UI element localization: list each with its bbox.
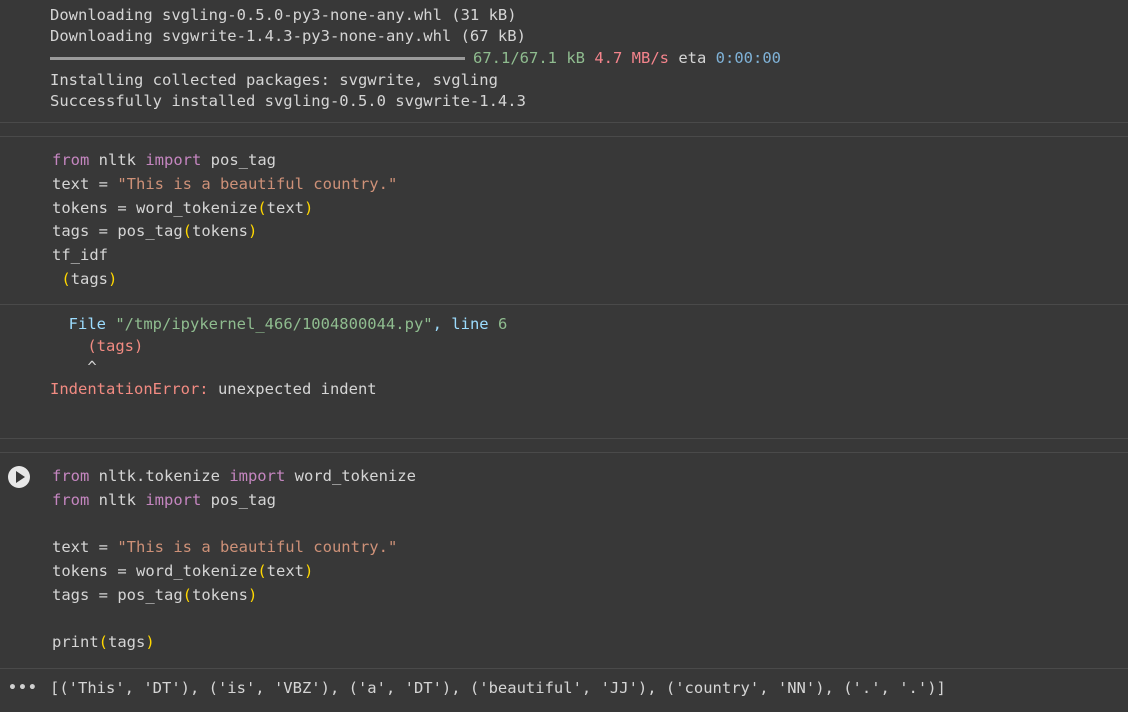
cell-divider [0,452,1128,453]
cell-divider [0,304,1128,305]
output-line: Successfully installed svgling-0.5.0 svg… [50,92,526,110]
play-circle-icon[interactable] [8,466,30,488]
output-line: Downloading svgwrite-1.4.3-py3-none-any.… [50,27,526,45]
code-line[interactable]: from nltk import pos_tag [52,149,276,171]
code-line[interactable]: from nltk import pos_tag [52,489,276,511]
progress-stats: 67.1/67.1 kB 4.7 MB/s eta 0:00:00 [473,47,781,69]
code-line[interactable]: print(tags) [52,631,155,653]
code-line[interactable]: tokens = word_tokenize(text) [52,560,313,582]
cell-divider [0,136,1128,137]
code-line[interactable]: tf_idf [52,244,108,266]
code-line[interactable]: tags = pos_tag(tokens) [52,220,257,242]
cell-divider [0,122,1128,123]
progress-bar [50,57,465,60]
progress-size: 67.1/67.1 kB [473,49,585,67]
more-horizontal-icon[interactable]: ••• [8,677,37,699]
progress-speed: 4.7 MB/s [594,49,669,67]
result-output: [('This', 'DT'), ('is', 'VBZ'), ('a', 'D… [50,679,946,697]
code-line[interactable]: (tags) [52,268,117,290]
traceback-caret: ^ [87,358,97,376]
code-line[interactable]: text = "This is a beautiful country." [52,173,397,195]
cell-divider [0,438,1128,439]
code-line[interactable]: tags = pos_tag(tokens) [52,584,257,606]
code-line[interactable]: from nltk.tokenize import word_tokenize [52,465,416,487]
code-line[interactable]: tokens = word_tokenize(text) [52,197,313,219]
cell-divider [0,668,1128,669]
output-line: Installing collected packages: svgwrite,… [50,71,498,89]
traceback-code-line: (tags) [87,337,144,355]
error-message: IndentationError: unexpected indent [50,380,377,398]
code-line[interactable]: text = "This is a beautiful country." [52,536,397,558]
traceback-file-line: File "/tmp/ipykernel_466/1004800044.py",… [68,315,508,333]
output-line: Downloading svgling-0.5.0-py3-none-any.w… [50,6,517,24]
progress-eta-label: eta [678,49,707,67]
progress-eta: 0:00:00 [715,49,781,67]
